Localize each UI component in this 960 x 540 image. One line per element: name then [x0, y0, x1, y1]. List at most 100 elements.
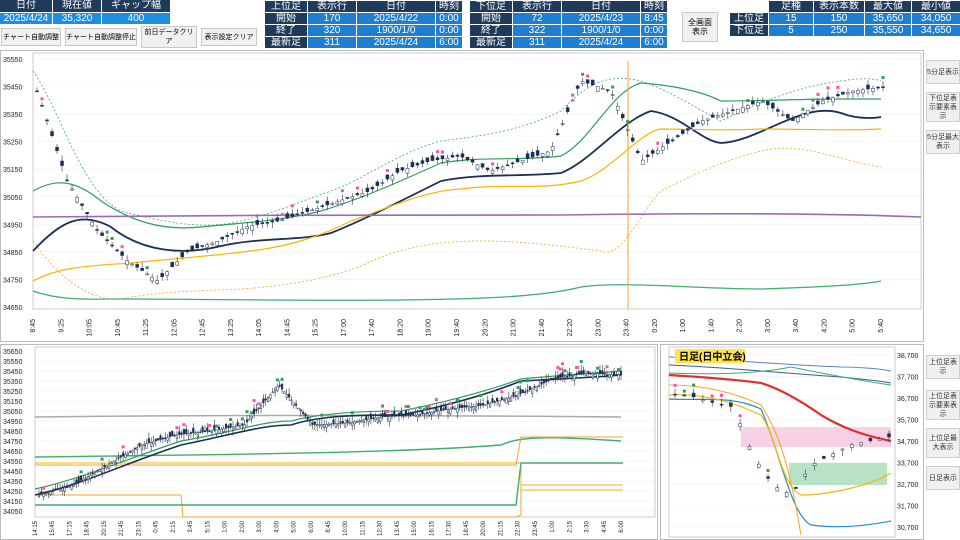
lower-candle-marker: [563, 369, 567, 373]
upper-candle-body: [435, 157, 440, 160]
upper-candle-body: [861, 89, 865, 94]
lower-candle-body: [56, 488, 59, 490]
upper-candle-body: [365, 187, 370, 192]
max-5min-button[interactable]: 5分足最大表示: [926, 130, 960, 154]
upper-candle-body: [530, 152, 535, 158]
max-upper-button[interactable]: 上位足最大表示: [926, 428, 960, 458]
lower-candle-body: [428, 412, 431, 416]
upper-candle-body: [620, 113, 625, 119]
lower-y-label: 35650: [3, 349, 23, 356]
lower-x-label: 20:15: [102, 520, 108, 536]
upper-candle-marker: [440, 150, 444, 154]
upper-candle-body: [645, 154, 650, 157]
upper-candle-body: [170, 261, 174, 268]
lower-candle-body: [587, 371, 590, 374]
lower-chart-panel[interactable]: 35650 35550 35450 35350 35250 35150 35050 34950…: [0, 344, 658, 540]
upper-candle-body: [665, 138, 670, 144]
upper-candle-body: [225, 235, 229, 237]
lower-end-date: 1900/1/0: [562, 25, 640, 36]
lower-candle-body: [292, 402, 295, 406]
lower-candle-body: [299, 409, 302, 412]
upper-candle-body: [185, 250, 189, 253]
upper-candle-body: [355, 193, 360, 196]
stop-auto-adjust-button[interactable]: チャート自動調整停止: [65, 28, 137, 46]
upper-x-label: 5:40: [878, 319, 885, 333]
upper-candle-body: [275, 217, 280, 222]
lower-candle-body: [44, 492, 48, 495]
lower-candle-body: [608, 374, 611, 378]
lower-candle-body: [108, 463, 111, 469]
upper-latest-label: 最新足: [265, 37, 307, 48]
upper-end-label: 終了: [265, 25, 307, 36]
lower-candle-body: [194, 432, 197, 435]
lower-candle-body: [439, 405, 443, 411]
clear-display-button[interactable]: 表示設定クリア: [201, 28, 257, 46]
daily-chart-panel[interactable]: 日足(日中立会) 38,700 37,700 36,700 35,700 34,700 3…: [660, 344, 924, 540]
lower-candle-body: [528, 386, 531, 390]
upper-candle-marker: [881, 76, 885, 80]
lower-candle-body: [318, 424, 321, 426]
lower-chart: 35650 35550 35450 35350 35250 35150 35050 34950…: [3, 346, 656, 536]
upper-x-label: 23:40: [624, 319, 631, 337]
upper-x-label: 10:45: [115, 319, 122, 337]
lower-candle-body: [591, 373, 595, 379]
upper-chart-panel[interactable]: 35550 35450 35350 35250 35150 35050 34950 34850…: [0, 50, 924, 342]
lower-candle-marker: [208, 424, 212, 428]
upper-candle-body: [580, 81, 585, 85]
lower-candle-body: [603, 372, 606, 375]
upper-candle-body: [165, 271, 169, 276]
lower-candle-body: [341, 420, 344, 424]
upper-y-label: 35050: [3, 195, 23, 202]
upper-candle-marker: [581, 72, 585, 76]
lower-candle-body: [582, 370, 585, 374]
lower-candle-body: [61, 487, 64, 492]
lower-candle-body: [112, 461, 115, 466]
lower-candle-body: [367, 418, 370, 422]
upper-start-time: 0:00: [436, 13, 462, 24]
upper-x-label: 4:20: [821, 319, 828, 333]
summary-lower-max: 35,550: [865, 25, 911, 36]
lower-time-header: 時刻: [641, 1, 667, 12]
lower-candle-body: [542, 378, 545, 384]
upper-candle-body: [65, 179, 69, 182]
lower-y-label: 34950: [3, 419, 23, 426]
daily-y-label: 35,700: [897, 418, 919, 425]
lower-candle-body: [201, 426, 204, 433]
upper-candle-body: [550, 146, 555, 151]
lower-candle-body: [549, 378, 552, 381]
show-lower-elements-button[interactable]: 下位足表示要素表示: [926, 92, 960, 122]
lower-candle-body: [180, 432, 183, 435]
full-screen-button[interactable]: 全画面 表示: [682, 12, 718, 42]
lower-candle-body: [491, 398, 494, 403]
show-upper-button[interactable]: 上位足表示: [926, 355, 960, 379]
upper-candle-body: [731, 109, 735, 111]
upper-candle-body: [726, 112, 730, 114]
upper-candle-body: [721, 113, 725, 117]
upper-candle-body: [395, 168, 400, 173]
lower-candle-body: [311, 422, 314, 425]
upper-candle-body: [465, 156, 470, 160]
clear-prev-day-button[interactable]: 前日データクリア: [141, 26, 197, 48]
lower-x-label: 8:45: [326, 520, 332, 532]
lower-y-label: 34550: [3, 459, 23, 466]
lower-candle-body: [451, 406, 454, 409]
lower-candle-body: [208, 430, 211, 433]
lower-candle-body: [259, 405, 263, 409]
daily-candle-body: [691, 392, 696, 398]
lower-latest-time: 6:00: [641, 37, 667, 48]
lower-candle-body: [103, 465, 106, 468]
lower-candle-body: [82, 478, 85, 482]
upper-candle-body: [590, 79, 595, 86]
lower-candle-body: [521, 389, 524, 394]
lower-candle-body: [463, 404, 466, 408]
daily-candle-body: [803, 473, 808, 477]
auto-adjust-button[interactable]: チャート自動調整: [1, 28, 61, 46]
show-daily-button[interactable]: 日足表示: [926, 466, 960, 490]
show-5min-button[interactable]: 5分足表示: [926, 60, 960, 84]
date-header: 日付: [0, 0, 52, 12]
show-upper-elements-button[interactable]: 上位足表示要素表示: [926, 390, 960, 420]
lower-candle-marker: [406, 404, 410, 408]
upper-candle-body: [470, 159, 475, 163]
lower-row-header: 表示行: [513, 1, 561, 12]
lower-candle-body: [561, 372, 564, 378]
